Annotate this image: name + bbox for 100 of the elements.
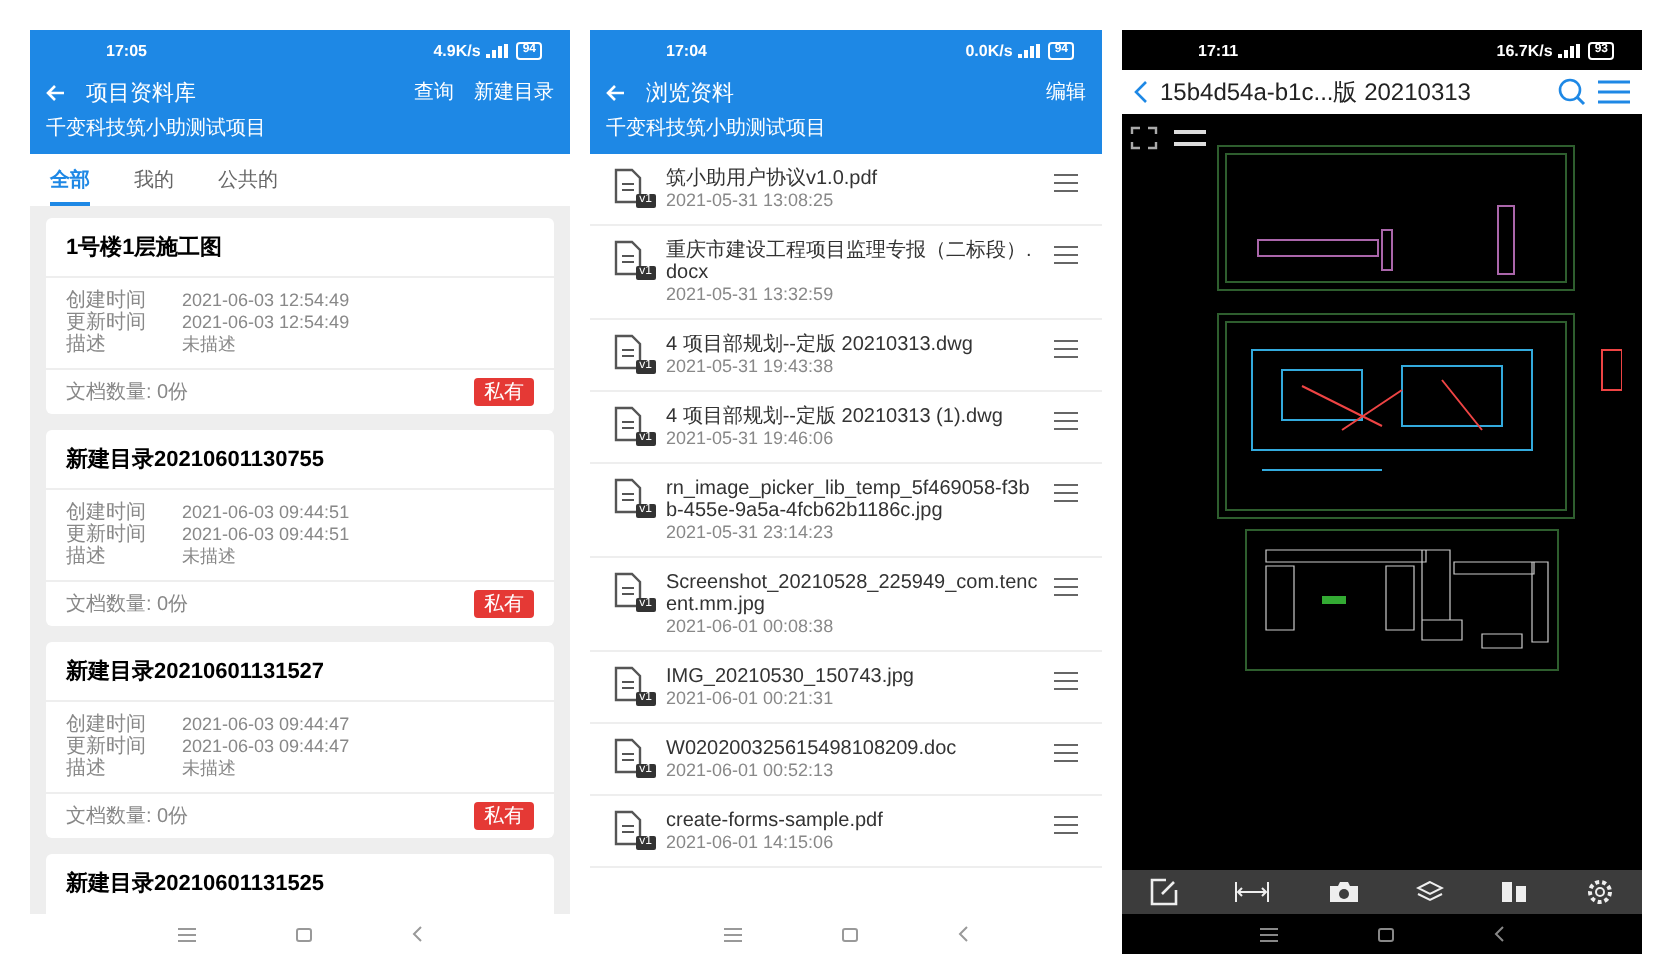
header-action[interactable]: 编辑 (1046, 78, 1086, 106)
back-icon[interactable] (958, 926, 968, 942)
menu-icon[interactable] (178, 927, 196, 941)
search-icon[interactable] (1558, 78, 1586, 106)
document-count: 文档数量: 0份 (66, 803, 189, 830)
file-date: 2021-05-31 13:08:25 (666, 190, 836, 212)
file-date: 2021-06-01 14:15:06 (666, 832, 836, 854)
file-name[interactable]: Screenshot_20210528_225949_com.tencent.mm.jpg (666, 572, 1038, 616)
project-name: 千变科技筑小助测试项目 (606, 115, 828, 144)
signal-icon (486, 43, 511, 57)
menu-icon[interactable] (1054, 744, 1078, 762)
file-date: 2021-05-31 13:32:59 (666, 284, 836, 306)
detail-label: 创建时间 (66, 290, 148, 312)
file-name[interactable]: create-forms-sample.pdf (666, 810, 1038, 832)
detail-value: 2021-06-03 12:54:49 (182, 312, 352, 334)
back-icon[interactable] (412, 926, 422, 942)
folder-card[interactable]: 新建目录20210601131527 创建时间 2021-06-03 09:44:47 更新时间 2021-06-03 09:44:47 描述 未描述 文档数量: 0份 私有 (46, 642, 554, 838)
detail-value: 2021-06-03 09:44:51 (182, 524, 352, 546)
back-arrow-icon[interactable] (606, 83, 626, 101)
file-name[interactable]: W020200325615498108209.doc (666, 738, 1038, 760)
detail-label: 描述 (66, 546, 108, 568)
detail-value: 2021-06-03 09:44:51 (182, 502, 352, 524)
document-count: 文档数量: 0份 (66, 379, 189, 406)
back-icon[interactable] (1494, 926, 1504, 942)
network-speed: 16.7K/s (1496, 41, 1553, 59)
home-icon[interactable] (842, 927, 858, 941)
menu-icon[interactable] (1598, 80, 1630, 104)
tab[interactable]: 公共的 (218, 162, 278, 206)
folder-title: 新建目录20210601130755 (46, 430, 554, 490)
status-time: 17:11 (1198, 41, 1239, 59)
detail-value: 2021-06-03 09:44:47 (182, 736, 352, 758)
drawing-title: 15b4d54a-b1c...版 20210313 (1160, 75, 1473, 109)
project-name: 千变科技筑小助测试项目 (46, 115, 268, 144)
menu-icon[interactable] (1054, 412, 1078, 430)
detail-value: 未描述 (182, 758, 238, 780)
status-time: 17:05 (106, 41, 147, 59)
menu-icon[interactable] (1054, 174, 1078, 192)
file-name[interactable]: 4 项目部规划--定版 20210313 (1).dwg (666, 406, 1038, 428)
menu-icon[interactable] (724, 927, 742, 941)
menu-icon[interactable] (1054, 578, 1078, 596)
detail-value: 未描述 (182, 546, 238, 568)
camera-icon[interactable] (1327, 880, 1360, 904)
page-title: 项目资料库 (86, 79, 198, 107)
file-date: 2021-06-01 00:52:13 (666, 760, 836, 782)
measure-icon[interactable] (1234, 882, 1271, 902)
home-icon[interactable] (1378, 927, 1394, 941)
tab[interactable]: 我的 (134, 162, 174, 206)
file-name[interactable]: 筑小助用户协议v1.0.pdf (666, 168, 1038, 190)
file-date: 2021-05-31 19:43:38 (666, 356, 836, 378)
folder-title: 新建目录20210601131527 (46, 642, 554, 702)
signal-icon (1558, 43, 1583, 57)
file-name[interactable]: rn_image_picker_lib_temp_5f469058-f3bb-455e-9a5a-4fcb62b1186c.jpg (666, 478, 1038, 522)
file-name[interactable]: 4 项目部规划--定版 20210313.dwg (666, 334, 1038, 356)
menu-icon[interactable] (1054, 816, 1078, 834)
layers-toggle-icon[interactable] (1174, 130, 1206, 146)
file-date: 2021-06-01 00:08:38 (666, 616, 836, 638)
tab[interactable]: 全部 (50, 162, 90, 206)
detail-value: 未描述 (182, 334, 238, 356)
page-title: 浏览资料 (646, 79, 736, 107)
detail-value: 2021-06-03 12:54:49 (182, 290, 352, 312)
network-speed: 0.0K/s (965, 41, 1013, 59)
network-speed: 4.9K/s (433, 41, 481, 59)
private-tag: 私有 (474, 378, 534, 406)
detail-label: 更新时间 (66, 312, 148, 334)
signal-icon (1018, 43, 1043, 57)
folder-card[interactable]: 1号楼1层施工图 创建时间 2021-06-03 12:54:49 更新时间 2021-06-03 12:54:49 描述 未描述 文档数量: 0份 私有 (46, 218, 554, 414)
file-name[interactable]: IMG_20210530_150743.jpg (666, 666, 1038, 688)
back-arrow-icon[interactable] (46, 83, 66, 101)
private-tag: 私有 (474, 802, 534, 830)
detail-label: 创建时间 (66, 502, 148, 524)
file-name[interactable]: 重庆市建设工程项目监理专报（二标段）.docx (666, 240, 1038, 284)
folder-card[interactable]: 新建目录20210601130755 创建时间 2021-06-03 09:44:51 更新时间 2021-06-03 09:44:51 描述 未描述 文档数量: 0份 私有 (46, 430, 554, 626)
menu-icon[interactable] (1054, 246, 1078, 264)
file-date: 2021-05-31 23:14:23 (666, 522, 836, 544)
home-icon[interactable] (296, 927, 312, 941)
private-tag: 私有 (474, 590, 534, 618)
menu-icon[interactable] (1054, 672, 1078, 690)
folder-card[interactable]: 新建目录20210601131525 (46, 854, 554, 914)
file-date: 2021-05-31 19:46:06 (666, 428, 836, 450)
menu-icon[interactable] (1260, 927, 1278, 941)
detail-label: 更新时间 (66, 524, 148, 546)
menu-icon[interactable] (1054, 484, 1078, 502)
detail-label: 创建时间 (66, 714, 148, 736)
columns-icon[interactable] (1500, 880, 1529, 904)
layers-icon[interactable] (1416, 880, 1445, 904)
detail-label: 描述 (66, 758, 108, 780)
back-icon[interactable] (1134, 80, 1148, 104)
file-date: 2021-06-01 00:21:31 (666, 688, 836, 710)
settings-icon[interactable] (1585, 878, 1614, 906)
menu-icon[interactable] (1054, 340, 1078, 358)
detail-label: 更新时间 (66, 736, 148, 758)
detail-label: 描述 (66, 334, 108, 356)
detail-value: 2021-06-03 09:44:47 (182, 714, 352, 736)
header-action[interactable]: 查询 (414, 78, 454, 106)
status-time: 17:04 (666, 41, 707, 59)
fullscreen-icon[interactable] (1130, 126, 1158, 150)
edit-icon[interactable] (1150, 878, 1179, 906)
document-count: 文档数量: 0份 (66, 591, 189, 618)
folder-title: 1号楼1层施工图 (46, 218, 554, 278)
header-action[interactable]: 新建目录 (474, 78, 554, 106)
